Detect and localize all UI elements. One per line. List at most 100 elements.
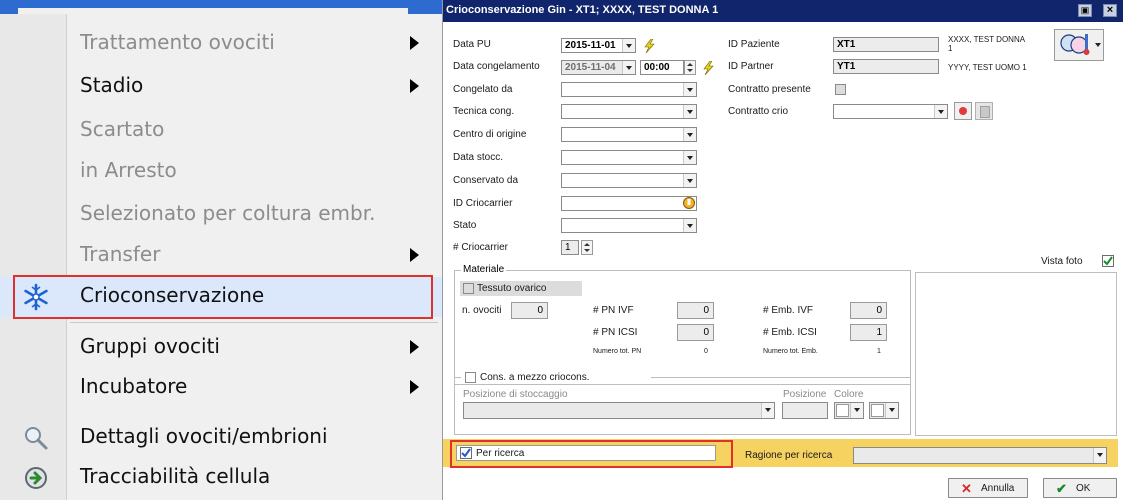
menu-item-label: Transfer xyxy=(80,242,161,266)
centro-origine-label: Centro di origine xyxy=(453,129,527,140)
chevron-down-icon[interactable] xyxy=(683,83,696,96)
data-congelamento-value: 2015-11-04 xyxy=(565,62,616,73)
data-stocc-combo[interactable] xyxy=(561,150,697,165)
pn-ivf-field[interactable]: 0 xyxy=(677,302,714,319)
chevron-down-icon[interactable] xyxy=(683,128,696,141)
pn-icsi-field[interactable]: 0 xyxy=(677,324,714,341)
emb-icsi-field[interactable]: 1 xyxy=(850,324,887,341)
tecnica-cong-label: Tecnica cong. xyxy=(453,106,515,117)
contratto-presente-checkbox[interactable] xyxy=(835,84,846,95)
posizione-label: Posizione xyxy=(783,389,827,400)
contratto-crio-combo[interactable] xyxy=(833,104,948,119)
pn-ivf-label: # PN IVF xyxy=(593,305,634,316)
couple-button[interactable] xyxy=(1054,29,1104,61)
contract-action-button[interactable] xyxy=(954,102,972,120)
colore-combo-2[interactable] xyxy=(869,402,899,419)
posizione-stoccaggio-combo[interactable] xyxy=(463,402,775,419)
colore-combo-1[interactable] xyxy=(834,402,864,419)
paziente-name: XXXX, TEST DONNA xyxy=(948,35,1026,44)
cons-checkbox[interactable] xyxy=(465,372,476,383)
menu-item-selezionato-coltura[interactable]: Selezionato per coltura embr. xyxy=(0,195,442,235)
screenshot-icon[interactable]: ▣ xyxy=(1078,4,1092,17)
cons-toggle[interactable]: Cons. a mezzo criocons. xyxy=(461,370,651,384)
materiale-title: Materiale xyxy=(461,264,507,275)
stato-label: Stato xyxy=(453,220,477,231)
chevron-down-icon[interactable] xyxy=(934,105,947,118)
crioconservazione-dialog: Crioconservazione Gin - XT1; XXXX, TEST … xyxy=(443,0,1123,500)
menu-item-incubatore[interactable]: Incubatore xyxy=(0,368,442,408)
congelato-da-combo[interactable] xyxy=(561,82,697,97)
color-swatch xyxy=(836,404,849,417)
time-field[interactable]: 00:00 xyxy=(640,60,684,75)
conservato-da-combo[interactable] xyxy=(561,173,697,188)
num-criocarrier-field[interactable]: 1 xyxy=(561,240,579,255)
menu-item-gruppi-ovociti[interactable]: Gruppi ovociti xyxy=(0,328,442,368)
menu-item-label: Incubatore xyxy=(80,374,188,398)
tot-pn-label: Numero tot. PN xyxy=(593,348,642,355)
chevron-down-icon[interactable] xyxy=(683,105,696,118)
tessuto-ovarico-toggle[interactable]: Tessuto ovarico xyxy=(460,281,582,296)
num-criocarrier-spinner[interactable] xyxy=(581,240,593,255)
ragione-per-ricerca-label: Ragione per ricerca xyxy=(745,450,833,461)
magnifier-icon xyxy=(22,424,50,452)
data-pu-value: 2015-11-01 xyxy=(565,40,616,51)
menu-item-label: Dettagli ovociti/embrioni xyxy=(80,424,328,448)
scan-icon[interactable] xyxy=(682,196,696,210)
n-ovociti-field[interactable]: 0 xyxy=(511,302,548,319)
chevron-down-icon[interactable] xyxy=(622,61,635,74)
id-partner-field[interactable]: YT1 xyxy=(833,59,939,74)
emb-ivf-field[interactable]: 0 xyxy=(850,302,887,319)
menu-item-in-arresto[interactable]: in Arresto xyxy=(0,152,442,192)
chevron-down-icon[interactable] xyxy=(683,174,696,187)
couple-icon xyxy=(1060,34,1090,55)
data-pu-combo[interactable]: 2015-11-01 xyxy=(561,38,636,53)
ok-button[interactable]: ✔ OK xyxy=(1043,478,1117,498)
posizione-field[interactable] xyxy=(782,402,828,419)
submenu-arrow-icon xyxy=(410,79,419,93)
submenu-arrow-icon xyxy=(410,380,419,394)
data-pu-label: Data PU xyxy=(453,39,491,50)
menu-item-stadio[interactable]: Stadio xyxy=(0,67,442,107)
chevron-down-icon[interactable] xyxy=(1093,448,1106,463)
annulla-button[interactable]: ✕ Annulla xyxy=(948,478,1028,498)
lightning-icon[interactable] xyxy=(642,39,656,53)
contratto-crio-label: Contratto crio xyxy=(728,106,789,117)
menu-item-label: Tracciabilità cellula xyxy=(80,464,271,488)
lightning-icon[interactable] xyxy=(701,61,715,75)
close-icon[interactable]: × xyxy=(1103,4,1117,17)
vista-foto-label: Vista foto xyxy=(1041,256,1083,267)
menu-item-trattamento-ovociti[interactable]: Trattamento ovociti xyxy=(0,24,442,64)
document-button[interactable] xyxy=(975,102,993,120)
chevron-down-icon[interactable] xyxy=(885,403,898,418)
menu-item-scartato[interactable]: Scartato xyxy=(0,111,442,151)
tessuto-ovarico-checkbox[interactable] xyxy=(463,283,474,294)
chevron-down-icon[interactable] xyxy=(761,403,774,418)
dialog-titlebar: Crioconservazione Gin - XT1; XXXX, TEST … xyxy=(443,0,1123,22)
per-ricerca-highlight-box xyxy=(450,440,733,468)
chevron-down-icon[interactable] xyxy=(683,151,696,164)
data-congelamento-combo[interactable]: 2015-11-04 xyxy=(561,60,636,75)
dialog-body: Data PU 2015-11-01 Data congelamento 201… xyxy=(443,22,1123,500)
id-paziente-field[interactable]: XT1 xyxy=(833,37,939,52)
centro-origine-combo[interactable] xyxy=(561,127,697,142)
vista-foto-checkbox[interactable] xyxy=(1102,255,1114,267)
submenu-arrow-icon xyxy=(410,340,419,354)
chevron-down-icon[interactable] xyxy=(683,219,696,232)
tecnica-cong-combo[interactable] xyxy=(561,104,697,119)
time-spinner[interactable] xyxy=(684,60,696,75)
tot-emb-label: Numero tot. Emb. xyxy=(763,348,818,355)
emb-icsi-label: # Emb. ICSI xyxy=(763,327,817,338)
tot-pn-value: 0 xyxy=(704,348,708,355)
colore-label: Colore xyxy=(834,389,864,400)
menu-item-tracciabilita[interactable]: Tracciabilità cellula xyxy=(0,458,442,498)
stato-combo[interactable] xyxy=(561,218,697,233)
ragione-per-ricerca-combo[interactable] xyxy=(853,447,1107,464)
chevron-down-icon[interactable] xyxy=(850,403,863,418)
chevron-down-icon[interactable] xyxy=(622,39,635,52)
menu-item-dettagli-ovociti[interactable]: Dettagli ovociti/embrioni xyxy=(0,418,442,458)
menu-item-transfer[interactable]: Transfer xyxy=(0,236,442,276)
photo-panel xyxy=(915,272,1117,436)
paziente-name-line2: 1 xyxy=(948,44,953,53)
document-icon xyxy=(980,106,990,118)
id-criocarrier-field[interactable] xyxy=(561,196,697,211)
